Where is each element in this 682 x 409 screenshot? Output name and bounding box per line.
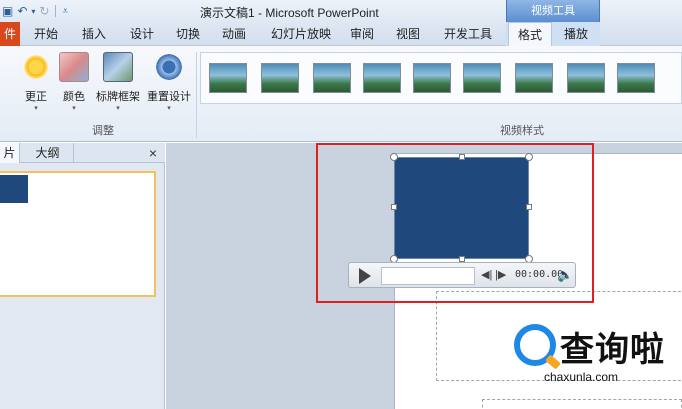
slide-thumbnail-video [0,175,28,203]
adjust-group-label: 调整 [92,125,114,137]
video-style-thumb[interactable] [209,63,247,93]
watermark-url: chaxunla.com [544,370,619,384]
watermark-logo-icon [514,324,556,366]
resize-handle[interactable] [390,153,398,161]
reset-design-button[interactable]: 重置设计 ▾ [144,52,194,122]
video-style-thumb[interactable] [413,63,451,93]
group-separator [196,52,197,138]
resize-handle[interactable] [391,204,397,210]
video-style-thumb[interactable] [463,63,501,93]
color-label: 颜色 [63,91,85,103]
chevron-down-icon: ▾ [116,105,120,112]
color-icon [59,52,89,82]
tab-transitions[interactable]: 切换 [170,22,206,46]
video-tools-context-label: 视频工具 [506,0,600,22]
content-placeholder[interactable] [482,399,682,409]
qat-separator [55,5,57,17]
tab-outline[interactable]: 大纲 [22,143,74,163]
tab-design[interactable]: 设计 [124,22,160,46]
resize-handle[interactable] [459,154,465,160]
tab-animations[interactable]: 动画 [216,22,252,46]
slides-panel-tabs: 片 大纲 × [0,143,165,163]
watermark: 查询啦 chaxunla.com [514,320,682,394]
video-styles-gallery [200,52,682,104]
undo-icon[interactable]: ↶ [17,4,27,18]
quick-access-toolbar: ▣ ↶ ▾ ↻ ⩡ [0,2,68,20]
chevron-down-icon: ▾ [72,105,76,112]
window-title: 演示文稿1 - Microsoft PowerPoint [200,6,379,20]
resize-handle[interactable] [525,153,533,161]
tab-review[interactable]: 审阅 [344,22,380,46]
resize-handle[interactable] [526,204,532,210]
reset-design-label: 重置设计 [147,91,191,103]
video-styles-group-label: 视频样式 [500,125,544,137]
close-icon[interactable]: × [149,145,157,161]
video-style-thumb[interactable] [313,63,351,93]
tab-playback[interactable]: 播放 [556,22,596,46]
title-bar: ▣ ↶ ▾ ↻ ⩡ 演示文稿1 - Microsoft PowerPoint 视… [0,0,682,22]
step-back-icon[interactable]: ◀| [481,268,492,281]
media-controls: ◀| |▶ 00:00.00 🔈 [348,262,576,288]
watermark-text: 查询啦 [560,331,665,369]
chevron-down-icon: ▾ [167,105,171,112]
ribbon-tabs: 件 开始 插入 设计 切换 动画 幻灯片放映 审阅 视图 开发工具 格式 播放 [0,22,682,46]
play-icon[interactable] [359,268,371,284]
save-icon[interactable]: ▣ [2,4,13,18]
tab-insert[interactable]: 插入 [76,22,112,46]
poster-frame-button[interactable]: 标牌框架 ▾ [92,52,144,122]
video-style-thumb[interactable] [567,63,605,93]
slide-thumbnail[interactable] [0,171,156,297]
tab-slides[interactable]: 片 [0,143,20,163]
slides-panel: 片 大纲 × [0,143,165,409]
reset-design-icon [154,52,184,82]
ribbon: 更正 ▾ 颜色 ▾ 标牌框架 ▾ 重置设计 ▾ 调整 视频样式 [0,46,682,142]
customize-qat-icon[interactable]: ⩡ [62,6,68,17]
video-style-thumb[interactable] [617,63,655,93]
video-style-thumb[interactable] [261,63,299,93]
sun-correction-icon [21,52,51,82]
seek-bar[interactable] [381,267,475,285]
video-style-thumb[interactable] [363,63,401,93]
time-display: 00:00.00 [515,269,564,280]
video-object[interactable] [394,157,529,259]
color-button[interactable]: 颜色 ▾ [52,52,96,122]
redo-icon[interactable]: ↻ [39,4,49,18]
tab-home[interactable]: 开始 [28,22,64,46]
volume-icon[interactable]: 🔈 [557,267,573,283]
video-style-thumb[interactable] [515,63,553,93]
undo-dropdown-icon[interactable]: ▾ [31,7,35,16]
tab-developer[interactable]: 开发工具 [438,22,498,46]
tab-format[interactable]: 格式 [508,22,552,46]
tab-file[interactable]: 件 [0,22,20,46]
tab-slideshow[interactable]: 幻灯片放映 [262,22,340,46]
step-forward-icon[interactable]: |▶ [495,268,506,281]
tab-view[interactable]: 视图 [390,22,426,46]
poster-frame-icon [103,52,133,82]
poster-frame-label: 标牌框架 [96,91,140,103]
